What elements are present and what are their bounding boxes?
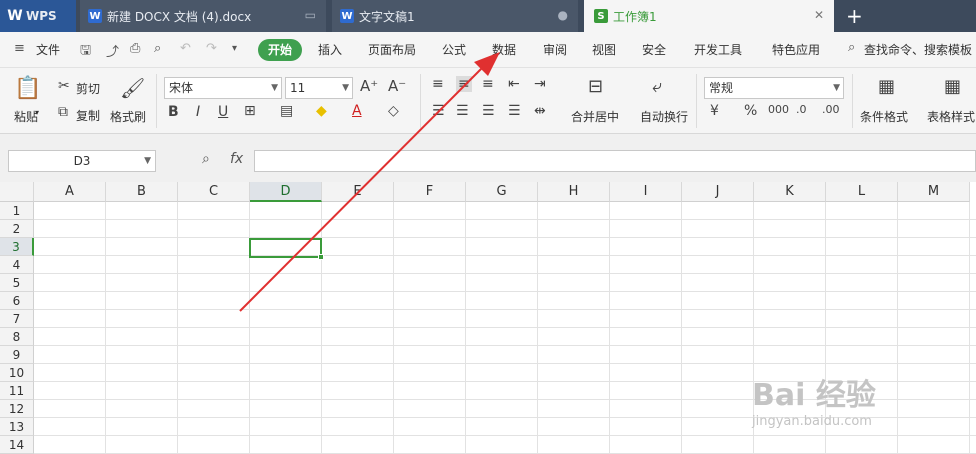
annotation-arrow (239, 52, 500, 312)
arrow-shaft (239, 63, 487, 312)
wps-spreadsheet-window: W WPS W 新建 DOCX 文档 (4).docx ▭ W 文字文稿1 ● … (0, 0, 976, 454)
